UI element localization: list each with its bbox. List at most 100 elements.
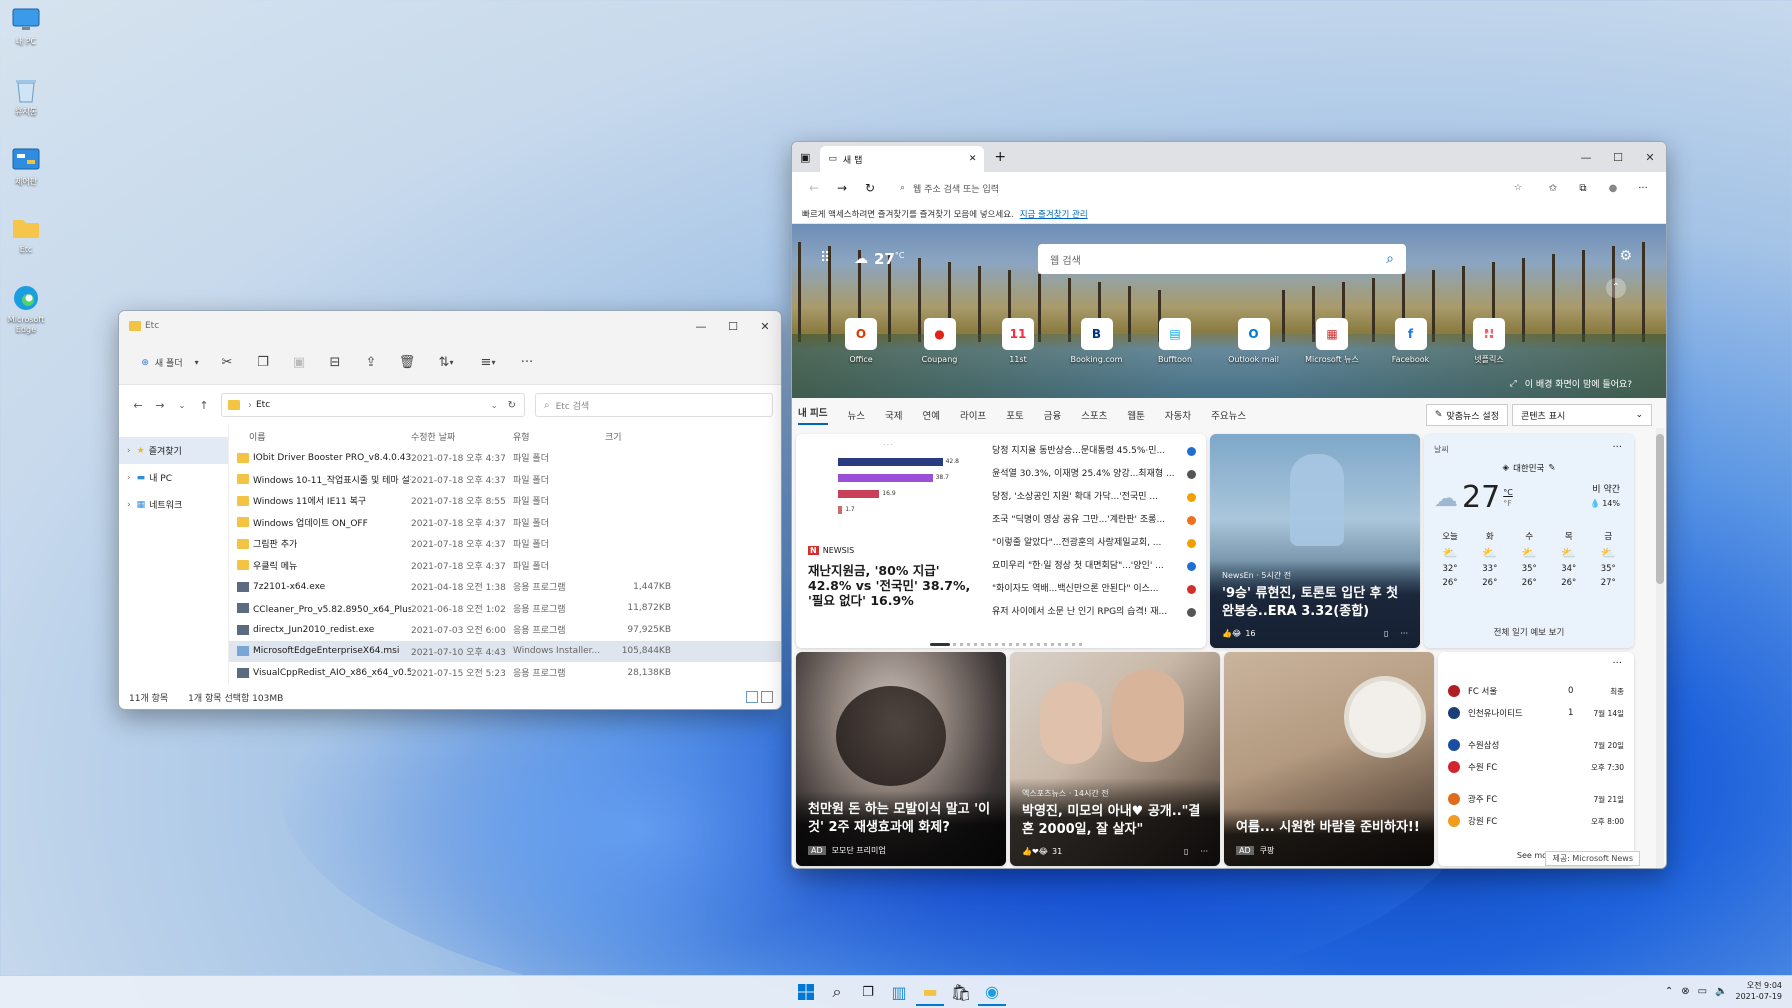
desktop-icon-edge[interactable]: Microsoft Edge: [6, 284, 46, 335]
forecast-day[interactable]: 목 ⛅ 34° 26°: [1561, 530, 1576, 590]
news-tab[interactable]: 금융: [1044, 408, 1061, 422]
quick-link[interactable]: ▤ Bufftoon: [1138, 318, 1212, 365]
news-tab[interactable]: 주요뉴스: [1211, 408, 1246, 422]
file-row[interactable]: 우클릭 메뉴 2021-07-18 오후 4:37 파일 폴더: [229, 555, 781, 577]
clock[interactable]: 오전 9:04 2021-07-19: [1736, 980, 1783, 1002]
forecast-day[interactable]: 수 ⛅ 35° 26°: [1522, 530, 1537, 590]
sports-card[interactable]: ··· FC 서울 0 최종 인천유나이티드 1 7월 14일수원삼성 7월 20일 수원 F…: [1438, 652, 1634, 866]
gear-icon[interactable]: ⚙: [1619, 248, 1632, 264]
address-bar-input[interactable]: ⌕ 웹 주소 검색 또는 입력 ☆: [890, 176, 1532, 200]
match-team-row[interactable]: 광주 FC 7월 21일: [1448, 788, 1624, 810]
news-card-hair[interactable]: 천만원 돈 하는 모발이식 말고 '이것' 2주 재생효과에 화제? AD 모모단…: [796, 652, 1006, 866]
file-row[interactable]: VisualCppRedist_AIO_x86_x64_v0.51.0_...2…: [229, 662, 781, 684]
forecast-day[interactable]: 화 ⛅ 33° 26°: [1482, 530, 1497, 590]
quick-link[interactable]: B Booking.com: [1060, 318, 1134, 365]
forecast-day[interactable]: 금 ⛅ 35° 27°: [1601, 530, 1616, 590]
scroll-up-button[interactable]: ⌃: [1606, 278, 1626, 298]
task-view-button[interactable]: ❐: [854, 978, 882, 1006]
news-tab[interactable]: 연예: [923, 408, 940, 422]
file-row[interactable]: 그림판 추가 2021-07-18 오후 4:37 파일 폴더: [229, 533, 781, 555]
match-team-row[interactable]: 수원삼성 7월 20일: [1448, 734, 1624, 756]
file-row[interactable]: directx_Jun2010_redist.exe 2021-07-03 오전 …: [229, 619, 781, 641]
rename-button[interactable]: ⊟: [321, 349, 349, 377]
forward-arrow-icon[interactable]: →: [828, 181, 856, 195]
search-input[interactable]: ⌕ Etc 검색: [535, 393, 773, 417]
network-icon[interactable]: ▭: [1698, 986, 1707, 997]
details-view-icon[interactable]: [746, 691, 758, 703]
personalize-button[interactable]: ✎ 맞춤뉴스 설정: [1425, 404, 1508, 426]
news-card-couple[interactable]: 엑스포츠뉴스 · 14시간 전 박영진, 미모의 아내♥ 공개.."결혼 200…: [1010, 652, 1220, 866]
full-forecast-link[interactable]: 전체 일기 예보 보기: [1424, 626, 1634, 638]
tab-actions-icon[interactable]: ▣: [800, 151, 810, 164]
profile-avatar[interactable]: ●: [1598, 183, 1628, 194]
news-tab[interactable]: 자동차: [1165, 408, 1191, 422]
explorer-title-bar[interactable]: Etc — ☐ ✕: [119, 311, 781, 341]
web-search-input[interactable]: 웹 검색 ⌕: [1038, 244, 1406, 274]
more-options-icon[interactable]: ···: [1612, 658, 1622, 669]
weather-card[interactable]: 날씨 ··· ◈ 대한민국 ✎ ☁ 27 °C °F 비 약간 💧 14% 오늘 ⛅ 32°…: [1424, 434, 1634, 648]
weather-location[interactable]: ◈ 대한민국 ✎: [1424, 462, 1634, 474]
forward-arrow-icon[interactable]: →: [149, 399, 171, 412]
desktop-icon-etc-folder[interactable]: Etc: [6, 214, 46, 255]
headline-item[interactable]: 당정, '소상공인 지원' 확대 가닥...'전국민 ...: [992, 486, 1196, 509]
taskbar-edge[interactable]: ◉: [978, 978, 1006, 1006]
share-button[interactable]: ⇪: [357, 349, 385, 377]
news-tab[interactable]: 내 피드: [798, 405, 828, 425]
paste-button[interactable]: ▣: [285, 349, 313, 377]
news-card-baseball[interactable]: NewsEn · 5시간 전 '9승' 류현진, 토론토 입단 후 첫 완봉승.…: [1210, 434, 1420, 648]
file-row[interactable]: IObit Driver Booster PRO_v8.4.0.432 2021-…: [229, 447, 781, 469]
file-row[interactable]: Windows 10-11_작업표시줄 및 테마 설정 2021-07-18 오후…: [229, 469, 781, 491]
start-button[interactable]: [792, 978, 820, 1006]
apps-grid-icon[interactable]: ⠿: [820, 250, 830, 266]
news-tab[interactable]: 포토: [1006, 408, 1023, 422]
file-row[interactable]: Windows 업데이트 ON_OFF 2021-07-18 오후 4:37 파일 …: [229, 512, 781, 534]
headline-item[interactable]: 조국 "딕명이 영상 공유 그만...'계란판' 조롱...: [992, 509, 1196, 532]
back-arrow-icon[interactable]: ←: [800, 181, 828, 195]
quick-link[interactable]: O Outlook mail: [1217, 318, 1291, 365]
hero-weather[interactable]: ☁ 27 °C: [854, 250, 904, 268]
tiles-view-icon[interactable]: [761, 691, 773, 703]
headline-item[interactable]: 당정 지지율 동반상승...문대통령 45.5%·민...: [992, 440, 1196, 463]
more-options-icon[interactable]: ···: [1612, 442, 1622, 453]
widgets-button[interactable]: ▥: [885, 978, 913, 1006]
match-team-row[interactable]: 강원 FC 오후 8:00: [1448, 810, 1624, 832]
address-input[interactable]: › Etc ⌄ ↻: [221, 393, 525, 417]
news-card-fan[interactable]: 여름... 시원한 바람을 준비하자!! AD 쿠팡: [1224, 652, 1434, 866]
quick-link[interactable]: f Facebook: [1374, 318, 1448, 365]
view-button[interactable]: ≡ ▾: [471, 349, 505, 377]
delete-button[interactable]: 🗑: [393, 349, 421, 377]
up-arrow-icon[interactable]: ↑: [193, 399, 215, 412]
edge-title-bar[interactable]: ▣ ▭ 새 탭 ✕ + — ☐ ✕: [792, 142, 1666, 172]
news-tab[interactable]: 뉴스: [848, 408, 865, 422]
file-row[interactable]: MicrosoftEdgeEnterpriseX64.msi 2021-07-10…: [229, 640, 781, 662]
tab-new-tab[interactable]: ▭ 새 탭 ✕: [820, 146, 985, 172]
match-team-row[interactable]: 인천유나이티드 1 7월 14일: [1448, 702, 1624, 724]
news-tab[interactable]: 웹툰: [1127, 408, 1144, 422]
desktop-icon-recycle-bin[interactable]: 휴지통: [6, 76, 46, 117]
add-quick-link-button[interactable]: +: [1452, 318, 1526, 354]
bookmark-icon[interactable]: ▯: [1384, 629, 1388, 638]
match-team-row[interactable]: FC 서울 0 최종: [1448, 680, 1624, 702]
add-favorite-icon[interactable]: ☆: [1514, 183, 1522, 193]
close-circle-icon[interactable]: ⊗: [1681, 986, 1689, 997]
match-team-row[interactable]: 수원 FC 오후 7:30: [1448, 756, 1624, 778]
sidebar-item-network[interactable]: › ▦ 네트워크: [119, 491, 228, 518]
taskbar-store[interactable]: 🛍: [947, 978, 975, 1006]
headline-item[interactable]: 유저 사이에서 소문 난 인기 RPG의 습격! 재...: [992, 601, 1196, 624]
quick-link[interactable]: 11 11st: [981, 318, 1055, 365]
copy-button[interactable]: ❐: [249, 349, 277, 377]
headline-item[interactable]: 윤석열 30.3%, 이재명 25.4% 양강...최재형 ...: [992, 463, 1196, 486]
refresh-icon[interactable]: ↻: [508, 400, 516, 411]
sidebar-item-my-pc[interactable]: › ▬ 내 PC: [119, 464, 228, 491]
search-button[interactable]: ⌕: [823, 978, 851, 1006]
collections-icon[interactable]: ⧉: [1568, 183, 1598, 194]
close-tab-icon[interactable]: ✕: [969, 154, 977, 164]
manage-favorites-link[interactable]: 지금 즐겨찾기 관리: [1020, 208, 1088, 220]
maximize-button[interactable]: ☐: [717, 312, 749, 340]
taskbar-file-explorer[interactable]: ▬: [916, 978, 944, 1006]
file-row[interactable]: CCleaner_Pro_v5.82.8950_x64_Plus_단...202…: [229, 598, 781, 620]
refresh-icon[interactable]: ↻: [856, 181, 884, 195]
scrollbar[interactable]: [1656, 428, 1664, 868]
column-type[interactable]: 유형: [513, 430, 601, 443]
column-date[interactable]: 수정한 날짜: [411, 430, 513, 443]
